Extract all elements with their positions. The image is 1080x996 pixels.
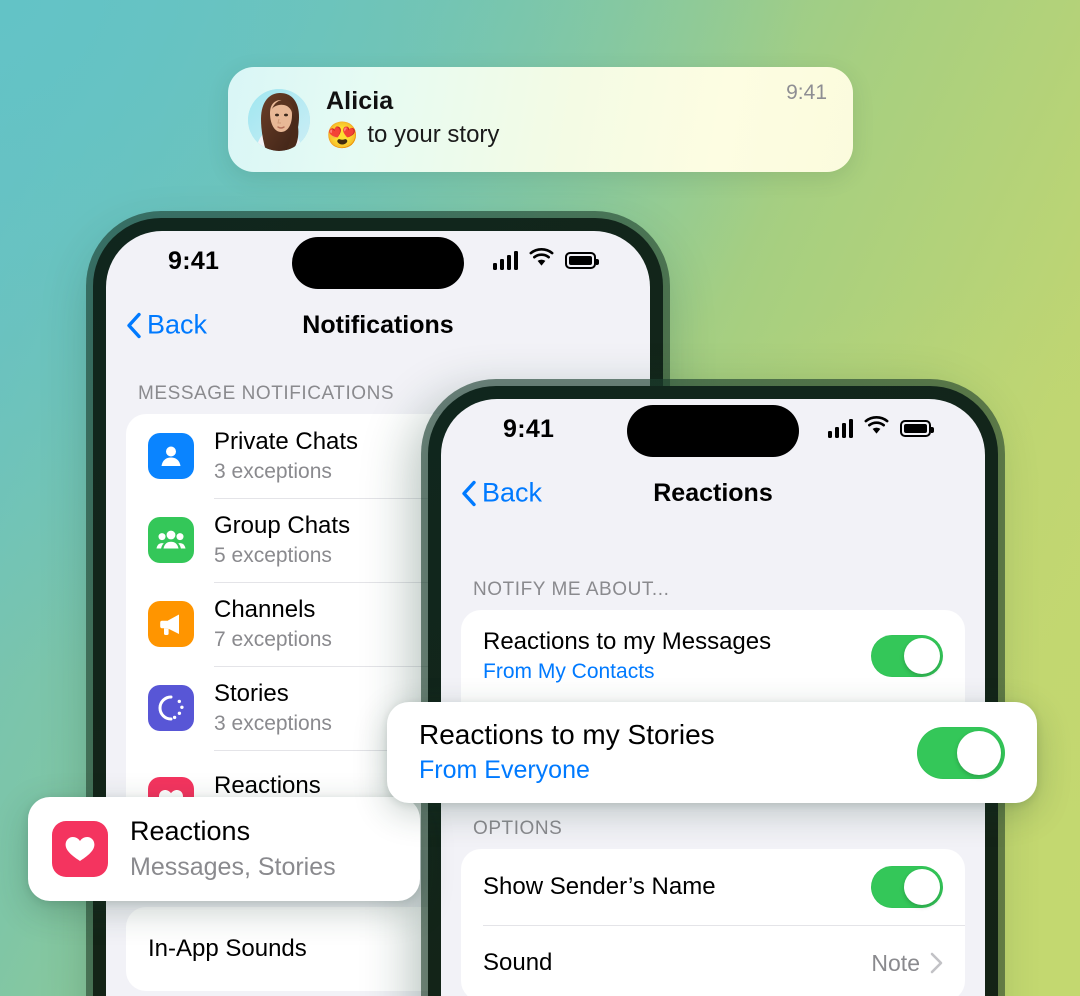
back-button-label: Back — [482, 477, 543, 508]
back-button[interactable]: Back — [461, 478, 542, 509]
list-item-show-senders-name[interactable]: Show Sender’s Name — [461, 849, 965, 925]
banner-message-text: to your story — [367, 121, 500, 149]
list-item-reactions-to-my-messages[interactable]: Reactions to my Messages From My Contact… — [461, 610, 965, 702]
wifi-icon — [864, 416, 889, 440]
back-button-label: Back — [147, 309, 208, 340]
status-indicators — [827, 416, 934, 440]
battery-icon — [900, 419, 934, 437]
page-title: Notifications — [302, 310, 454, 339]
status-time: 9:41 — [168, 247, 220, 275]
battery-icon — [565, 251, 599, 269]
cellular-bars-icon — [827, 418, 853, 438]
cellular-bars-icon — [492, 250, 518, 270]
chevron-left-icon — [461, 480, 476, 506]
list-item-sound[interactable]: Sound Note — [461, 925, 965, 996]
private-chats-icon — [148, 433, 194, 479]
channels-icon — [148, 601, 194, 647]
sound-value: Note — [871, 949, 920, 976]
page-title: Reactions — [653, 478, 773, 507]
highlight-stories-toggle[interactable] — [917, 726, 1005, 779]
list-item-title: Reactions to my Messages — [483, 627, 772, 655]
phone2-status-bar: 9:41 — [441, 399, 985, 461]
section-header-notify-me-about: NOTIFY ME ABOUT... — [473, 579, 670, 600]
notification-banner[interactable]: Alicia 😍 to your story 9:41 — [228, 67, 853, 172]
show-senders-name-toggle[interactable] — [871, 866, 943, 908]
highlight-card-reactions-to-my-stories[interactable]: Reactions to my Stories From Everyone — [387, 702, 1037, 803]
list-item-title: Sound — [483, 949, 553, 977]
reactions-to-my-messages-toggle[interactable] — [871, 635, 943, 677]
phone1-nav-bar: Back Notifications — [106, 293, 650, 357]
highlight-card-reactions[interactable]: Reactions Messages, Stories — [28, 797, 420, 901]
list-item-title: Show Sender’s Name — [483, 873, 716, 901]
banner-sender-name: Alicia — [326, 87, 394, 116]
banner-timestamp: 9:41 — [786, 81, 827, 104]
reactions-heart-icon — [52, 821, 108, 877]
chevron-right-icon — [930, 952, 943, 974]
highlight-reactions-subtitle: Messages, Stories — [130, 852, 336, 881]
heart-eyes-emoji: 😍 — [326, 120, 359, 151]
dynamic-island — [292, 237, 464, 289]
avatar — [248, 88, 310, 151]
highlight-stories-subtitle: From Everyone — [419, 756, 590, 785]
chevron-left-icon — [126, 312, 141, 338]
highlight-stories-title: Reactions to my Stories — [419, 719, 715, 751]
banner-message: 😍 to your story — [326, 119, 786, 151]
options-card: Show Sender’s Name Sound Note — [461, 849, 965, 996]
status-time: 9:41 — [503, 415, 555, 443]
phone2-screen: 9:41 Back Reactions NOTIFY ME ABOUT... R… — [441, 399, 985, 996]
promo-image-canvas: Alicia 😍 to your story 9:41 9:41 Back No… — [0, 0, 1080, 996]
dynamic-island — [627, 405, 799, 457]
phone-reactions: 9:41 Back Reactions NOTIFY ME ABOUT... R… — [421, 379, 1005, 996]
highlight-reactions-title: Reactions — [130, 815, 251, 846]
phone2-nav-bar: Back Reactions — [441, 461, 985, 525]
list-item-subtitle: From My Contacts — [483, 659, 655, 683]
back-button[interactable]: Back — [126, 310, 207, 341]
status-indicators — [492, 248, 599, 272]
banner-text: Alicia 😍 to your story — [326, 87, 786, 151]
stories-icon — [148, 685, 194, 731]
wifi-icon — [529, 248, 554, 272]
group-chats-icon — [148, 517, 194, 563]
phone1-status-bar: 9:41 — [106, 231, 650, 293]
